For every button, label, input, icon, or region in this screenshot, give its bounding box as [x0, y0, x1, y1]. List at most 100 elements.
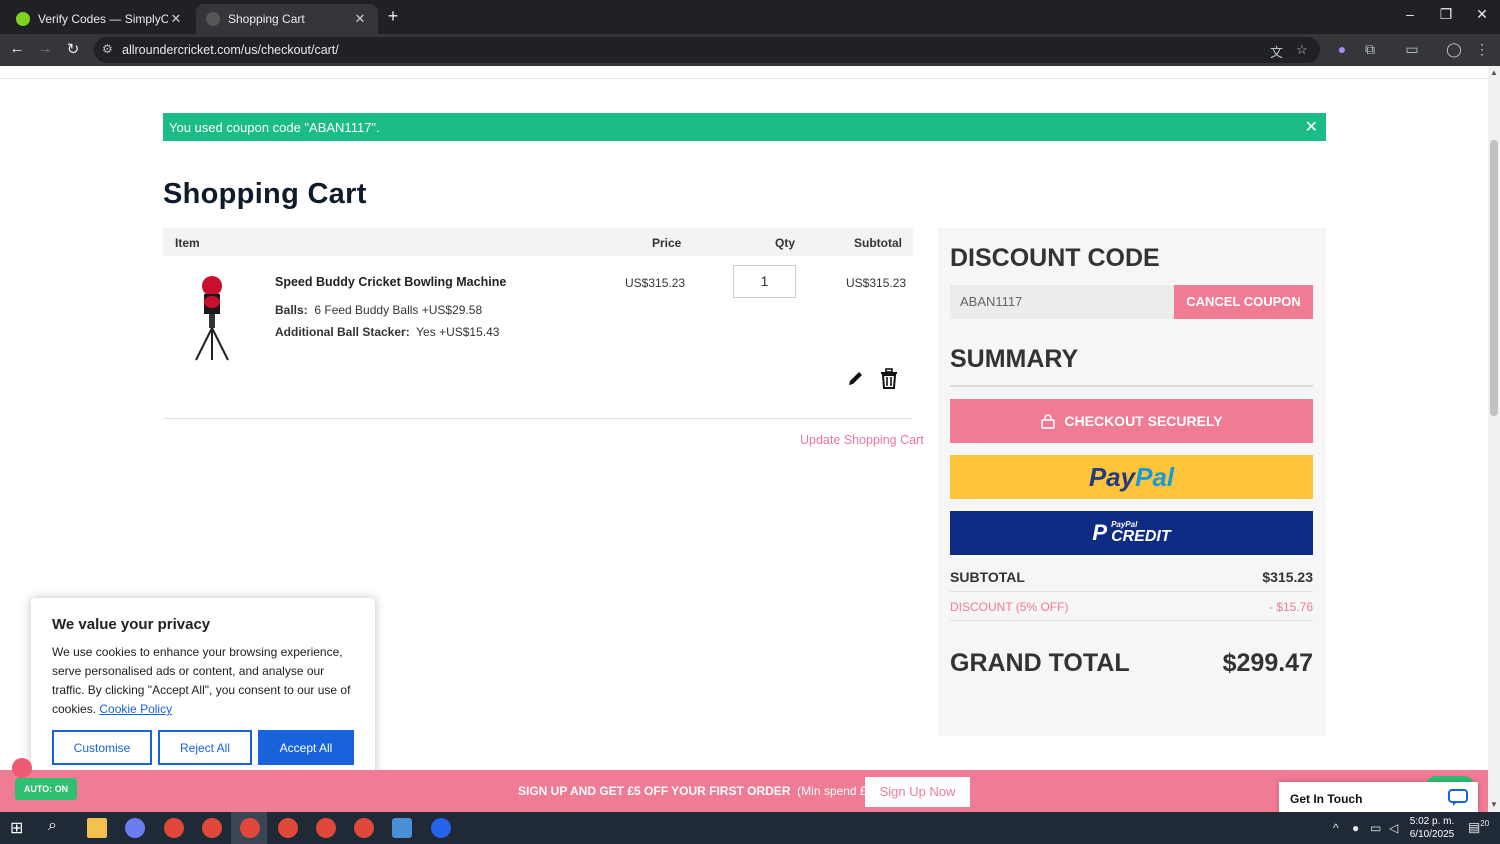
page-scrollbar[interactable]: ▲ ▼ [1488, 66, 1500, 812]
side-panel-icon[interactable]: ▭ [1403, 41, 1421, 58]
promo-text: SIGN UP AND GET £5 OFF YOUR FIRST ORDER … [518, 784, 889, 798]
file-explorer-icon[interactable] [87, 818, 107, 838]
app-icon[interactable] [392, 818, 412, 838]
cookie-policy-link[interactable]: Cookie Policy [99, 702, 172, 716]
close-tab-icon[interactable]: ✕ [168, 11, 184, 27]
cookie-body: We use cookies to enhance your browsing … [52, 643, 357, 719]
restore-icon[interactable]: ❐ [1436, 6, 1456, 23]
translate-icon[interactable]: 文 [1270, 42, 1283, 61]
close-alert-icon[interactable]: ✕ [1305, 117, 1318, 137]
header-subtotal: Subtotal [854, 236, 902, 250]
volume-icon[interactable]: ◁ [1389, 821, 1398, 835]
paypal-logo-part2: Pal [1135, 461, 1175, 492]
reject-all-button[interactable]: Reject All [158, 730, 252, 765]
grand-total-label: GRAND TOTAL [950, 649, 1130, 677]
site-nav-bar [0, 66, 1488, 79]
notifications-icon[interactable]: ▤20 [1468, 819, 1489, 835]
site-info-icon[interactable]: ⚙ [102, 42, 113, 56]
delete-trash-icon[interactable] [878, 368, 900, 390]
paypal-credit-big: CREDIT [1111, 528, 1171, 545]
summary-divider [950, 385, 1313, 387]
system-clock[interactable]: 5:02 p. m. 6/10/2025 [1408, 815, 1456, 841]
cookie-text: We use cookies to enhance your browsing … [52, 645, 351, 716]
floating-badge-icon[interactable] [12, 758, 32, 778]
checkout-securely-button[interactable]: CHECKOUT SECURELY [950, 399, 1313, 443]
windows-taskbar: ⊞ ⌕ ^ ● ▭ ◁ 5:02 p. m. 6/10/2025 ▤20 [0, 812, 1500, 844]
get-in-touch-widget[interactable]: Get In Touch [1279, 782, 1478, 812]
bookmark-star-icon[interactable]: ☆ [1296, 42, 1308, 58]
item-subtotal: US$315.23 [846, 276, 907, 290]
alert-message: You used coupon code "ABAN1117". [169, 119, 380, 135]
header-qty: Qty [775, 236, 796, 250]
sign-up-now-button[interactable]: Sign Up Now [865, 777, 970, 807]
window-close-icon[interactable]: ✕ [1472, 6, 1492, 23]
reload-icon[interactable]: ↻ [63, 40, 83, 58]
auto-on-badge[interactable]: AUTO: ON [15, 778, 77, 800]
cart-summary-panel: DISCOUNT CODE ABAN1117 CANCEL COUPON SUM… [938, 228, 1326, 736]
paypal-credit-logo: PayPal CREDIT [1111, 521, 1171, 545]
grand-total-value: $299.47 [1222, 649, 1313, 677]
chrome-icon[interactable] [278, 818, 298, 838]
scrollbar-thumb[interactable] [1490, 140, 1498, 416]
app-icon[interactable] [431, 818, 451, 838]
browser-toolbar: ← → ↻ ⚙ allroundercricket.com/us/checkou… [0, 34, 1500, 66]
product-name-link[interactable]: Speed Buddy Cricket Bowling Machine [275, 275, 506, 289]
close-tab-icon[interactable]: ✕ [352, 11, 368, 27]
back-icon[interactable]: ← [7, 40, 27, 57]
profile-icon[interactable]: ◯ [1445, 41, 1463, 58]
edit-pencil-icon[interactable] [846, 368, 866, 388]
clock-time: 5:02 p. m. [1409, 816, 1455, 827]
simplycodes-favicon-icon [16, 12, 30, 26]
extensions-puzzle-icon[interactable]: ⧉ [1361, 41, 1379, 58]
address-bar[interactable]: ⚙ allroundercricket.com/us/checkout/cart… [94, 37, 1320, 63]
site-favicon-icon [206, 12, 220, 26]
chrome-icon[interactable] [354, 818, 374, 838]
microphone-icon[interactable]: ● [1352, 821, 1359, 835]
scroll-down-icon[interactable]: ▼ [1490, 800, 1498, 809]
coupon-success-alert: You used coupon code "ABAN1117". ✕ [163, 113, 1326, 141]
tab-title: Verify Codes — SimplyCodes [38, 12, 168, 26]
windows-start-icon[interactable]: ⊞ [10, 818, 23, 838]
cookie-consent-dialog: We value your privacy We use cookies to … [31, 598, 375, 781]
extension-icon[interactable]: ● [1333, 41, 1351, 57]
paypal-button[interactable]: Pay Pal [950, 455, 1313, 499]
cart-divider [163, 418, 913, 419]
lock-icon [1041, 414, 1056, 429]
coupon-code-input[interactable]: ABAN1117 [950, 285, 1174, 319]
network-icon[interactable]: ▭ [1370, 821, 1381, 835]
chrome-icon[interactable] [164, 818, 184, 838]
chrome-icon[interactable] [240, 818, 260, 838]
minimize-icon[interactable]: – [1400, 6, 1420, 22]
row-divider [950, 591, 1313, 592]
tab-shopping-cart[interactable]: Shopping Cart ✕ [196, 4, 378, 34]
discount-label: DISCOUNT (5% OFF) [950, 600, 1069, 614]
customise-button[interactable]: Customise [52, 730, 152, 765]
subtotal-value: $315.23 [1262, 569, 1313, 585]
product-image[interactable] [188, 272, 236, 362]
get-in-touch-label: Get In Touch [1290, 792, 1363, 806]
notification-count: 20 [1480, 819, 1490, 828]
scroll-up-icon[interactable]: ▲ [1490, 68, 1498, 77]
cancel-coupon-button[interactable]: CANCEL COUPON [1174, 285, 1313, 319]
tab-verify-codes[interactable]: Verify Codes — SimplyCodes ✕ [6, 4, 194, 34]
url-text: allroundercricket.com/us/checkout/cart/ [122, 43, 339, 57]
update-cart-link[interactable]: Update Shopping Cart [800, 433, 924, 447]
checkout-label: CHECKOUT SECURELY [1064, 413, 1223, 429]
chrome-icon[interactable] [316, 818, 336, 838]
forward-icon[interactable]: → [35, 40, 55, 57]
tray-chevron-icon[interactable]: ^ [1333, 821, 1339, 835]
accept-all-button[interactable]: Accept All [258, 730, 354, 765]
paypal-logo-part1: Pay [1088, 461, 1136, 492]
chrome-icon[interactable] [202, 818, 222, 838]
paypal-credit-button[interactable]: P PayPal CREDIT [950, 511, 1313, 555]
quantity-input[interactable]: 1 [733, 265, 796, 298]
item-price: US$315.23 [625, 276, 686, 290]
menu-kebab-icon[interactable]: ⋮ [1473, 41, 1491, 58]
new-tab-icon[interactable]: + [384, 6, 402, 27]
signup-promo-bar: AUTO: ON SIGN UP AND GET £5 OFF YOUR FIR… [0, 758, 1488, 812]
discount-value: - $15.76 [1268, 600, 1313, 614]
search-icon[interactable]: ⌕ [48, 817, 57, 835]
header-item: Item [175, 236, 200, 250]
app-icon[interactable] [125, 818, 145, 838]
row-divider [950, 620, 1313, 621]
